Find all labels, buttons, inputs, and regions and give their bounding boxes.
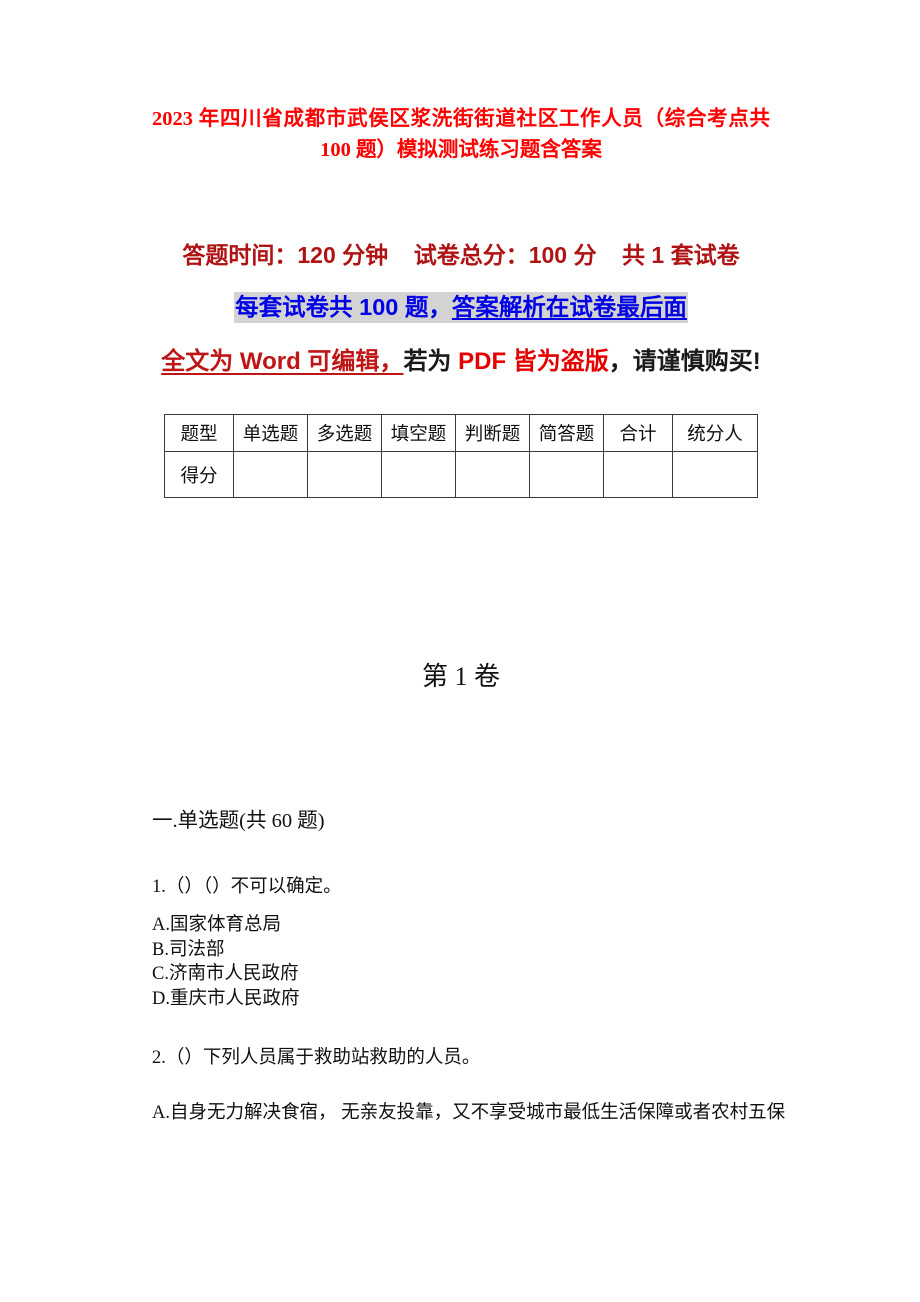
exam-info-line: 答题时间：120 分钟 试卷总分：100 分 共 1 套试卷 [182, 242, 740, 268]
table-cell-score-short-answer[interactable] [529, 451, 604, 498]
table-cell-score-true-false[interactable] [455, 451, 530, 498]
table-header-cell-true-false: 判断题 [455, 414, 530, 452]
table-cell-score-scorer[interactable] [672, 451, 758, 498]
table-header-cell-multi-choice: 多选题 [307, 414, 382, 452]
table-cell-score-single-choice[interactable] [233, 451, 308, 498]
purchase-caution-note: ，请谨慎购买! [608, 348, 761, 375]
answer-note-link[interactable]: 答案解析在试卷最后面 [452, 294, 687, 320]
table-header-cell-total: 合计 [603, 414, 673, 452]
table-cell-score-multi-choice[interactable] [307, 451, 382, 498]
question-2-text: 2.（）下列人员属于救助站救助的人员。 [152, 1048, 481, 1068]
table-row: 得分 [164, 451, 758, 498]
pdf-piracy-note: PDF 皆为盗版 [458, 348, 609, 375]
volume-heading: 第 1 卷 [421, 662, 500, 691]
document-content: 2023 年四川省成都市武侯区浆洗街街道社区工作人员（综合考点共 100 题）模… [152, 104, 785, 1127]
question-1-option-c[interactable]: C.济南市人民政府 [152, 962, 770, 987]
table-row: 题型 单选题 多选题 填空题 判断题 简答题 合计 统分人 [164, 414, 758, 452]
answer-note-line: 每套试卷共 100 题，答案解析在试卷最后面 [152, 290, 770, 324]
page-title: 2023 年四川省成都市武侯区浆洗街街道社区工作人员（综合考点共 100 题）模… [152, 108, 770, 161]
table-header-cell-fill-blank: 填空题 [381, 414, 456, 452]
table-cell-score-total[interactable] [603, 451, 673, 498]
answer-note-part1: 每套试卷共 100 题， [235, 294, 452, 320]
question-2-option-a[interactable]: A.自身无力解决食宿， 无亲友投靠，又不享受城市最低生活保障或者农村五保 [152, 1100, 802, 1127]
question-1-options: A.国家体育总局 B.司法部 C.济南市人民政府 D.重庆市人民政府 [152, 913, 770, 1011]
table-cell-score-fill-blank[interactable] [381, 451, 456, 498]
section-heading-single-choice: 一.单选题(共 60 题) [152, 810, 325, 832]
answer-note-highlight: 每套试卷共 100 题，答案解析在试卷最后面 [234, 292, 688, 323]
score-table-wrapper: 题型 单选题 多选题 填空题 判断题 简答题 合计 统分人 得分 [152, 414, 770, 498]
document-page: 2023 年四川省成都市武侯区浆洗街街道社区工作人员（综合考点共 100 题）模… [0, 0, 920, 1302]
table-row-label-score: 得分 [164, 451, 234, 498]
pdf-prefix-note: 若为 [403, 348, 459, 375]
question-1-option-a[interactable]: A.国家体育总局 [152, 913, 770, 938]
table-header-cell-single-choice: 单选题 [233, 414, 308, 452]
table-header-cell-type: 题型 [164, 414, 234, 452]
table-header-cell-short-answer: 简答题 [529, 414, 604, 452]
question-1-text: 1.（）（）不可以确定。 [152, 877, 342, 897]
score-table: 题型 单选题 多选题 填空题 判断题 简答题 合计 统分人 得分 [164, 414, 758, 498]
word-editable-note: 全文为 Word 可编辑， [161, 348, 404, 375]
question-1-option-d[interactable]: D.重庆市人民政府 [152, 987, 770, 1012]
question-1-option-b[interactable]: B.司法部 [152, 938, 770, 963]
copyright-notice-line: 全文为 Word 可编辑，若为 PDF 皆为盗版，请谨慎购买! [152, 340, 770, 384]
table-header-cell-scorer: 统分人 [672, 414, 758, 452]
